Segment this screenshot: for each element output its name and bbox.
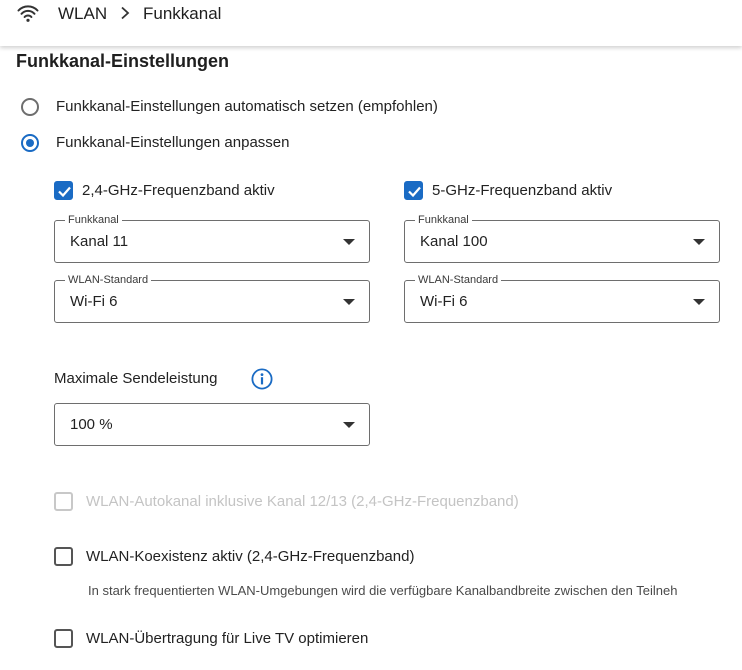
autochannel-label: WLAN-Autokanal inklusive Kanal 12/13 (2,…: [86, 493, 519, 510]
check-icon: [408, 186, 421, 198]
radio-custom[interactable]: [21, 134, 39, 152]
channel-24-select[interactable]: Funkkanal Kanal 11: [54, 214, 370, 263]
standard-24-legend: WLAN-Standard: [65, 274, 152, 286]
breadcrumb-bar: WLAN Funkkanal: [0, 0, 742, 46]
radio-custom-label[interactable]: Funkkanal-Einstellungen anpassen: [56, 134, 290, 152]
radio-auto-label[interactable]: Funkkanal-Einstellungen automatisch setz…: [56, 98, 438, 116]
livetv-label[interactable]: WLAN-Übertragung für Live TV optimieren: [86, 630, 368, 648]
info-icon[interactable]: [251, 368, 273, 390]
breadcrumb-current: Funkkanal: [143, 4, 222, 23]
page-title: Funkkanal-Einstellungen: [16, 51, 230, 71]
coexistence-hint: In stark frequentierten WLAN-Umgebungen …: [88, 583, 678, 598]
caret-down-icon: [693, 299, 705, 305]
caret-down-icon: [343, 239, 355, 245]
power-select[interactable]: 100 %: [54, 403, 370, 446]
caret-down-icon: [343, 299, 355, 305]
caret-down-icon: [693, 239, 705, 245]
checkbox-band-24[interactable]: [54, 181, 73, 200]
band-24-label[interactable]: 2,4-GHz-Frequenzband aktiv: [82, 182, 275, 200]
channel-5-legend: Funkkanal: [415, 214, 472, 226]
power-label: Maximale Sendeleistung: [54, 370, 218, 387]
coexistence-label[interactable]: WLAN-Koexistenz aktiv (2,4-GHz-Frequenzb…: [86, 548, 414, 566]
chevron-right-icon: [121, 6, 130, 20]
standard-5-select[interactable]: WLAN-Standard Wi-Fi 6: [404, 274, 720, 323]
standard-5-value: Wi-Fi 6: [420, 293, 468, 310]
checkbox-band-5[interactable]: [404, 181, 423, 200]
standard-5-legend: WLAN-Standard: [415, 274, 502, 286]
wifi-icon: [17, 5, 39, 22]
breadcrumb-wlan[interactable]: WLAN: [58, 3, 107, 25]
caret-down-icon: [343, 422, 355, 428]
standard-24-value: Wi-Fi 6: [70, 293, 118, 310]
band-5-label[interactable]: 5-GHz-Frequenzband aktiv: [432, 182, 612, 200]
radio-auto[interactable]: [21, 98, 39, 116]
check-icon: [58, 186, 71, 198]
channel-5-select[interactable]: Funkkanal Kanal 100: [404, 214, 720, 263]
checkbox-coexistence[interactable]: [54, 547, 73, 566]
channel-5-value: Kanal 100: [420, 233, 488, 250]
channel-24-legend: Funkkanal: [65, 214, 122, 226]
checkbox-livetv[interactable]: [54, 629, 73, 648]
standard-24-select[interactable]: WLAN-Standard Wi-Fi 6: [54, 274, 370, 323]
power-value: 100 %: [70, 416, 113, 433]
channel-24-value: Kanal 11: [70, 233, 129, 250]
checkbox-autochannel: [54, 492, 73, 511]
